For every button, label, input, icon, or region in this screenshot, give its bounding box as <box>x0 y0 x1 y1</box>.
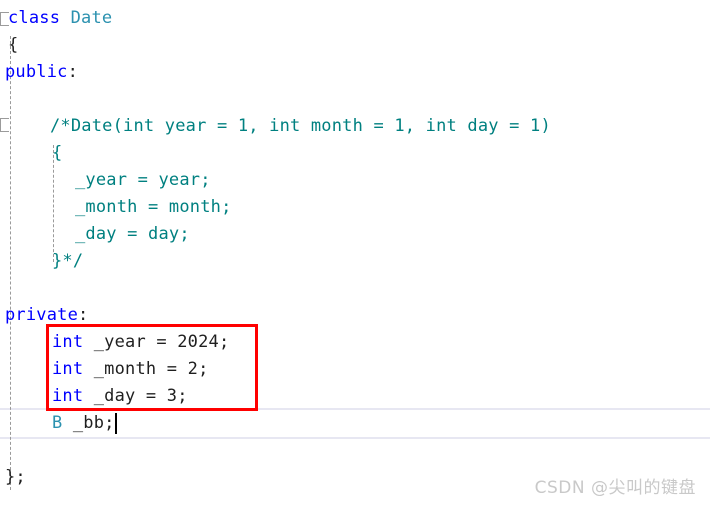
code-token: _year = 2024; <box>83 332 230 352</box>
code-token: public <box>5 62 68 82</box>
code-line[interactable]: int _year = 2024; <box>0 329 710 356</box>
code-line[interactable]: _day = day; <box>0 221 710 248</box>
code-editor-surface[interactable]: class Date { public: /*Date(int year = 1, i… <box>0 0 710 510</box>
code-line[interactable]: { <box>0 140 710 167</box>
code-line[interactable]: _month = month; <box>0 194 710 221</box>
code-line[interactable]: { <box>0 32 710 59</box>
code-token: Date <box>70 8 113 28</box>
csdn-watermark: CSDN @尖叫的键盘 <box>534 478 696 498</box>
code-token: /*Date(int year = 1, int month = 1, int … <box>50 116 551 136</box>
code-token: int <box>52 359 84 379</box>
text-caret <box>114 413 117 434</box>
code-token: { <box>52 143 63 163</box>
code-token: _year = year; <box>75 170 211 190</box>
code-token: class <box>8 8 71 28</box>
code-line[interactable]: }*/ <box>0 248 710 275</box>
code-token: _day = day; <box>75 224 190 244</box>
code-line[interactable] <box>0 437 710 464</box>
code-token: int <box>52 332 84 352</box>
code-line[interactable]: class Date <box>0 5 710 32</box>
code-token: private <box>5 305 79 325</box>
code-line[interactable]: public: <box>0 59 710 86</box>
code-line[interactable] <box>0 275 710 302</box>
code-line[interactable]: private: <box>0 302 710 329</box>
code-line[interactable]: /*Date(int year = 1, int month = 1, int … <box>0 113 710 140</box>
code-token: int <box>52 386 84 406</box>
code-token: }; <box>5 467 26 487</box>
code-line[interactable]: _year = year; <box>0 167 710 194</box>
code-editor-screenshot: class Date { public: /*Date(int year = 1, i… <box>0 0 710 510</box>
code-line[interactable]: B _bb; <box>0 410 710 437</box>
code-token: }*/ <box>52 251 84 271</box>
code-token: _month = 2; <box>83 359 209 379</box>
code-line[interactable] <box>0 86 710 113</box>
code-token: _bb; <box>62 413 115 433</box>
code-token: : <box>67 62 79 82</box>
code-token: { <box>8 35 19 55</box>
code-token: _day = 3; <box>83 386 188 406</box>
code-token: : <box>78 305 89 325</box>
code-line[interactable]: int _day = 3; <box>0 383 710 410</box>
code-token: _month = month; <box>75 197 232 217</box>
code-token: B <box>52 413 63 433</box>
code-line[interactable]: int _month = 2; <box>0 356 710 383</box>
